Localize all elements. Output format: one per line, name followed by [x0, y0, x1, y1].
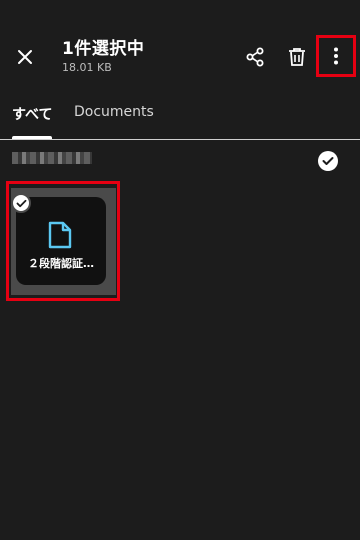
file-item[interactable]: ２段階認証… [11, 188, 116, 295]
close-icon [18, 50, 32, 64]
document-icon [48, 221, 72, 253]
check-icon [16, 199, 26, 207]
selection-size: 18.01 KB [62, 61, 112, 74]
trash-icon [289, 48, 305, 66]
active-tab-indicator [12, 136, 52, 139]
file-thumbnail: ２段階認証… [16, 197, 106, 285]
more-vert-icon [334, 47, 338, 65]
share-button[interactable] [242, 44, 268, 70]
selection-count-title: 1件選択中 [62, 39, 145, 59]
date-group-header [0, 140, 360, 180]
tab-all[interactable]: すべて [12, 104, 52, 124]
tab-documents[interactable]: Documents [74, 104, 154, 120]
top-app-bar: 1件選択中 18.01 KB [0, 0, 360, 92]
group-select-checkbox[interactable] [318, 151, 338, 171]
selection-info: 1件選択中 18.01 KB [62, 38, 144, 74]
check-icon [322, 157, 334, 165]
share-icon [246, 47, 264, 67]
blurred-date-label [12, 152, 92, 164]
file-select-checkbox[interactable] [11, 193, 31, 213]
category-tabs: すべて Documents [0, 92, 360, 140]
close-selection-button[interactable] [10, 42, 40, 72]
more-options-button[interactable] [316, 35, 356, 77]
file-name: ２段階認証… [28, 257, 94, 270]
delete-button[interactable] [284, 44, 310, 70]
